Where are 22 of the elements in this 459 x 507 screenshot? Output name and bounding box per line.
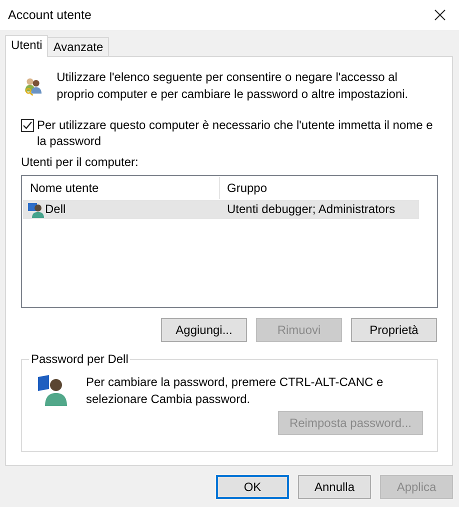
user-row[interactable]: Dell Utenti debugger; Administrators	[23, 200, 419, 219]
password-info-text: Per cambiare la password, premere CTRL-ALT-CANC e selezionare Cambia password.	[86, 374, 384, 408]
user-name: Dell	[45, 201, 66, 218]
user-icon	[28, 202, 44, 218]
user-computer-icon	[37, 373, 69, 407]
group-title: Password per Dell	[29, 352, 130, 366]
dialog-button[interactable]: OK	[216, 475, 289, 499]
tab[interactable]: Avanzate	[47, 37, 110, 56]
column-header[interactable]: Gruppo	[220, 177, 419, 199]
intro-text: Utilizzare l'elenco seguente per consentire o negare l'accesso al proprio computer e per cambiare le password o altre impostazioni.	[56, 69, 410, 103]
checkbox[interactable]	[21, 119, 34, 132]
window-title: Account utente	[8, 8, 92, 22]
checkbox-label: Per utilizzare questo computer è necessario che l'utente immetta il nome e la password	[37, 117, 434, 149]
close-icon[interactable]	[434, 9, 446, 21]
tab[interactable]: Utenti	[5, 35, 48, 57]
list-button[interactable]: Proprietà	[351, 318, 437, 342]
users-list[interactable]: Nome utente Gruppo Dell Utenti debugger; Administrators	[21, 175, 438, 308]
users-label: Utenti per il computer:	[21, 155, 140, 169]
user-group: Utenti debugger; Administrators	[220, 200, 419, 219]
list-button[interactable]: Aggiungi...	[161, 318, 247, 342]
dialog-button[interactable]: Annulla	[298, 475, 371, 499]
column-header[interactable]: Nome utente	[23, 177, 220, 199]
